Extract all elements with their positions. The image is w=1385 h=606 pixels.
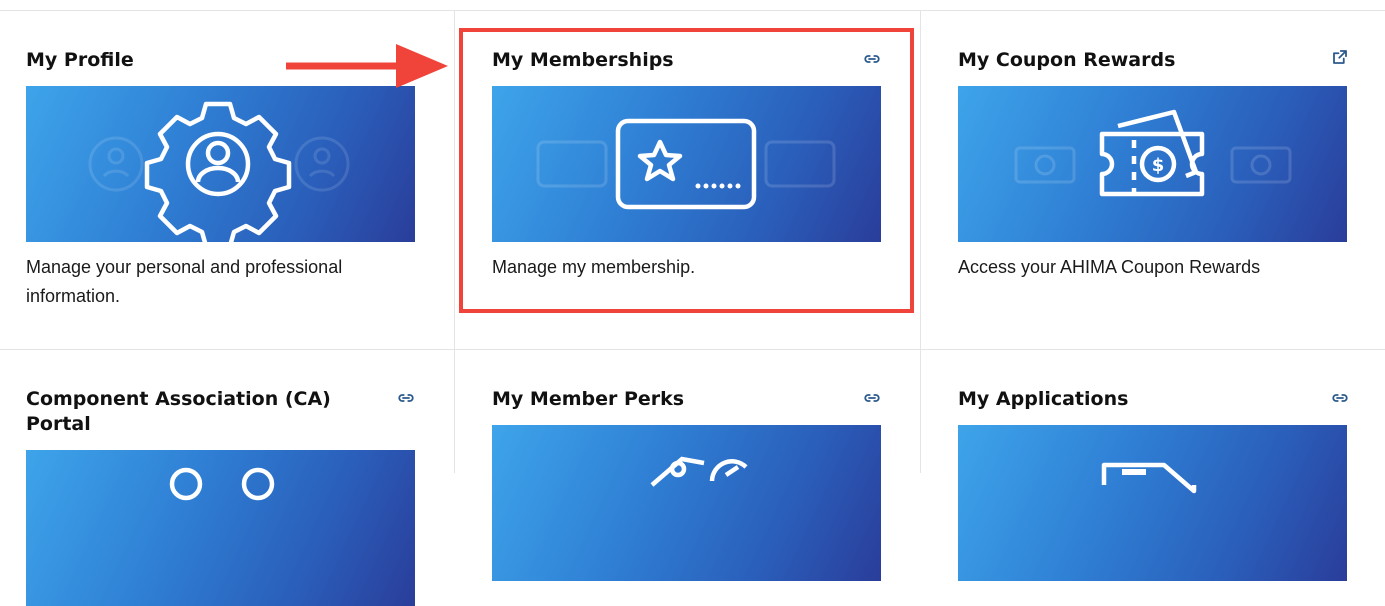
card-title[interactable]: My Member Perks [492,387,822,412]
ca-portal-banner-image[interactable] [26,450,415,606]
card-component-association-portal[interactable]: Component Association (CA) Portal [26,387,416,606]
highlight-box [459,28,914,313]
column-divider [454,10,455,473]
coupon-banner-image[interactable]: $ [958,86,1347,242]
card-description: Access your AHIMA Coupon Rewards [958,257,1261,277]
link-icon[interactable] [397,389,415,407]
link-icon[interactable] [863,389,881,407]
card-my-coupon-rewards[interactable]: My Coupon Rewards $ Access your AHIMA Co… [958,48,1348,298]
applications-banner-image[interactable] [958,425,1347,581]
link-icon[interactable] [1331,389,1349,407]
people-icon [169,467,275,501]
row-divider [0,349,1385,350]
card-title[interactable]: My Coupon Rewards [958,48,1288,73]
card-description: Manage your personal and professional in… [26,257,343,306]
svg-text:$: $ [1152,155,1165,176]
card-title[interactable]: My Applications [958,387,1288,412]
card-my-profile[interactable]: My Profile Manage your personal and prof… [26,48,416,338]
card-title[interactable]: Component Association (CA) Portal [26,387,356,437]
coupon-ticket-icon: $ [1014,109,1292,197]
document-icon [1101,462,1197,494]
profile-gear-icon [88,101,350,242]
profile-banner-image[interactable] [26,86,415,242]
perks-banner-image[interactable] [492,425,881,581]
card-my-applications[interactable]: My Applications [958,387,1349,581]
column-divider [920,10,921,473]
external-link-icon[interactable] [1331,48,1349,66]
card-my-member-perks[interactable]: My Member Perks [492,387,882,581]
arrow-annotation-icon [286,44,448,88]
perks-tag-icon [650,456,748,487]
row-divider [0,10,1385,11]
